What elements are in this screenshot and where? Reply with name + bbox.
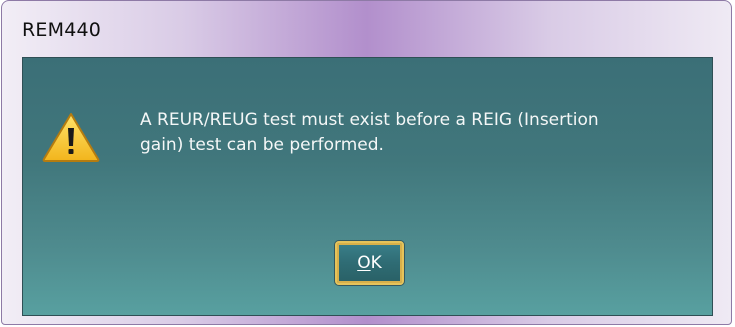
warning-icon <box>41 111 101 163</box>
ok-mnemonic: O <box>357 253 371 273</box>
ok-button-label: OK <box>357 253 382 273</box>
window-title: REM440 <box>22 19 102 41</box>
message-line-2: gain) test can be performed. <box>140 135 384 155</box>
dialog-message: A REUR/REUG test must exist before a REI… <box>140 108 700 158</box>
dialog-window: REM440 A REUR/REUG test must exist befor… <box>1 0 732 325</box>
title-bar[interactable]: REM440 <box>2 1 731 56</box>
ok-button[interactable]: OK <box>335 241 404 285</box>
message-line-1: A REUR/REUG test must exist before a REI… <box>140 110 599 130</box>
ok-label-rest: K <box>370 253 382 273</box>
dialog-body: A REUR/REUG test must exist before a REI… <box>22 57 713 316</box>
